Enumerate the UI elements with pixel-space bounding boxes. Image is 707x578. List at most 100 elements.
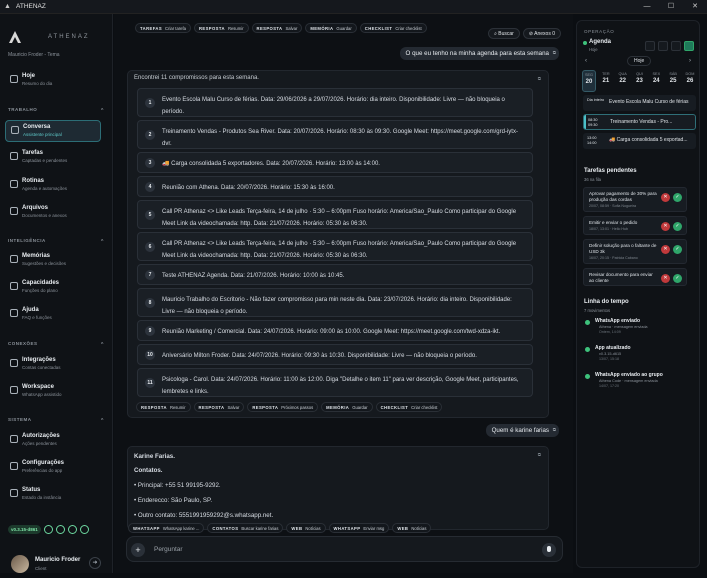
chip[interactable]: WHATSAPP Enviar msg <box>328 523 390 533</box>
sidebar-item-sub: WhatsApp assistido <box>22 392 62 397</box>
sidebar-item-ajuda[interactable]: Ajuda FAQ e funções <box>5 304 101 326</box>
search-button[interactable]: ⌕ Buscar <box>488 28 520 39</box>
team-icon[interactable] <box>67 524 77 534</box>
settings-icon[interactable] <box>658 41 668 51</box>
maximize-button[interactable]: ☐ <box>659 0 683 14</box>
refresh-icon[interactable] <box>645 41 655 51</box>
chip[interactable]: MEMÓRIA Guardar <box>321 402 373 412</box>
sidebar-item-memorias[interactable]: Memórias Sugestões e decisões <box>5 250 101 272</box>
sidebar-item-tarefas[interactable]: Tarefas Captadas e pendentes <box>5 147 101 169</box>
section-sistema[interactable]: SISTEMA ^ <box>8 417 104 422</box>
chip[interactable]: RESPOSTA Resumir <box>194 23 249 33</box>
logout-icon[interactable]: ➜ <box>89 557 101 569</box>
complete-task-button[interactable]: ✓ <box>673 274 682 283</box>
today-button[interactable]: Hoje <box>627 56 652 66</box>
complete-task-button[interactable]: ✓ <box>673 222 682 231</box>
cloud-icon[interactable] <box>55 524 65 534</box>
task-item: Aprovar pagamento de 30% para produção d… <box>583 187 687 212</box>
day-cell[interactable]: SEX 24 <box>649 70 663 92</box>
event-item: 4 Reunião com Athena. Data: 20/07/2026. H… <box>137 176 533 197</box>
chip[interactable]: CHECKLIST Criar checklist <box>375 402 443 412</box>
live-dot-icon <box>583 41 587 45</box>
close-button[interactable]: ✕ <box>683 0 707 14</box>
link-icon[interactable] <box>79 524 89 534</box>
home-icon <box>10 75 18 83</box>
schedule-item[interactable]: 13:00 14:00 🚚 Carga consolidada 5 exporta… <box>583 133 696 149</box>
event-number: 1 <box>145 97 155 108</box>
timeline-sub: 7 movimentos <box>584 308 611 313</box>
sync-icon[interactable] <box>43 524 53 534</box>
chip[interactable]: CONTATOS Buscar karine farias <box>207 523 284 533</box>
copy-icon[interactable]: ⧉ <box>538 76 541 81</box>
chip[interactable]: WEB Notícias <box>286 523 326 533</box>
sidebar: ATHENAZ Mauricio Froder - Tema Hoje Resu… <box>0 14 113 573</box>
add-attachment-button[interactable]: + <box>131 543 145 557</box>
chip[interactable]: WEB Notícias <box>392 523 432 533</box>
timeline-title: Linha do tempo <box>584 299 629 305</box>
event-number: 7 <box>145 269 155 280</box>
day-cell[interactable]: TER 21 <box>599 70 613 92</box>
section-inteligencia[interactable]: INTELIGÊNCIA ^ <box>8 238 104 243</box>
sidebar-item-label: Configurações <box>22 460 65 466</box>
day-cell[interactable]: QUI 23 <box>632 70 646 92</box>
copy-icon[interactable]: ⧉ <box>553 50 556 55</box>
day-cell[interactable]: DOM 26 <box>683 70 697 92</box>
chevron-up-icon: ^ <box>100 238 104 243</box>
dismiss-task-button[interactable]: ✕ <box>661 274 670 283</box>
chip[interactable]: MEMÓRIA Guardar <box>305 23 357 33</box>
next-week-icon[interactable]: › <box>689 58 691 64</box>
chip[interactable]: RESPOSTA Resumir <box>136 402 191 412</box>
sidebar-item-configuracoes[interactable]: Configurações Preferências do app <box>5 457 101 479</box>
attachments-button[interactable]: ⊘ Anexos 0 <box>522 28 561 39</box>
sidebar-item-capacidades[interactable]: Capacidades Funções do plano <box>5 277 101 299</box>
sidebar-item-sub: FAQ e funções <box>22 315 52 320</box>
chip[interactable]: RESPOSTA Salvar <box>193 402 245 412</box>
sidebar-item-hoje[interactable]: Hoje Resumo do dia <box>5 70 101 92</box>
sidebar-item-workspace[interactable]: Workspace WhatsApp assistido <box>5 381 101 403</box>
dismiss-task-button[interactable]: ✕ <box>661 222 670 231</box>
day-cell[interactable]: SEG 20 <box>582 70 596 92</box>
copy-icon[interactable]: ⧉ <box>553 427 556 432</box>
chip[interactable]: WHATSAPP WhatsApp karine ... <box>128 523 205 533</box>
microphone-icon[interactable] <box>542 543 556 557</box>
day-cell[interactable]: QUA 22 <box>616 70 630 92</box>
section-conexoes[interactable]: CONEXÕES ^ <box>8 341 104 346</box>
event-item: 6 Call PR Athenaz <> Like Leads Terça-fei… <box>137 232 533 261</box>
sidebar-item-integracoes[interactable]: Integrações Contas conectadas <box>5 354 101 376</box>
prev-week-icon[interactable]: ‹ <box>585 58 587 64</box>
event-number: 8 <box>145 297 155 308</box>
chat-main: TAREFAS Criar tarefa RESPOSTA Resumir RESP… <box>114 14 573 573</box>
calendar-icon[interactable] <box>671 41 681 51</box>
contact-name: Karine Farias. <box>134 453 175 460</box>
tasks-icon <box>10 152 18 160</box>
user-box[interactable]: Mauricio Froder Client ➜ <box>8 554 108 578</box>
day-cell[interactable]: SÁB 25 <box>666 70 680 92</box>
user-role: Client <box>35 566 47 571</box>
sidebar-item-conversa[interactable]: Conversa Assistente principal <box>5 120 101 142</box>
schedule-item[interactable]: Dia inteiro Evento Escola Malu Curso de f… <box>583 95 696 111</box>
chip[interactable]: RESPOSTA Salvar <box>251 23 303 33</box>
chip[interactable]: TAREFAS Criar tarefa <box>135 23 191 33</box>
sidebar-item-status[interactable]: Status Estado da instância <box>5 484 101 506</box>
chat-input[interactable]: Perguntar <box>154 546 183 553</box>
sidebar-item-rotinas[interactable]: Rotinas Agenda e automações <box>5 175 101 197</box>
help-icon <box>10 309 18 317</box>
add-event-button[interactable] <box>684 41 694 51</box>
contact-heading: Contatos. <box>134 467 163 474</box>
complete-task-button[interactable]: ✓ <box>673 245 682 254</box>
chip[interactable]: CHECKLIST Criar checklist <box>359 23 427 33</box>
minimize-button[interactable]: — <box>635 0 659 14</box>
copy-icon[interactable]: ⧉ <box>538 452 541 457</box>
dismiss-task-button[interactable]: ✕ <box>661 245 670 254</box>
dismiss-task-button[interactable]: ✕ <box>661 193 670 202</box>
event-number: 2 <box>145 129 155 140</box>
complete-task-button[interactable]: ✓ <box>673 193 682 202</box>
section-trabalho[interactable]: TRABALHO ^ <box>8 107 104 112</box>
chevron-up-icon: ^ <box>100 107 104 112</box>
sidebar-item-autorizacoes[interactable]: Autorizações Ações pendentes <box>5 430 101 452</box>
sidebar-item-arquivos[interactable]: Arquivos Documentos e anexos <box>5 202 101 224</box>
chip[interactable]: RESPOSTA Próximos passos <box>247 402 319 412</box>
schedule-item[interactable]: 08:30 09:30 Treinamento Vendas - Pro... <box>583 114 696 130</box>
status-dot-icon <box>585 374 590 379</box>
sidebar-item-sub: Resumo do dia <box>22 81 53 86</box>
